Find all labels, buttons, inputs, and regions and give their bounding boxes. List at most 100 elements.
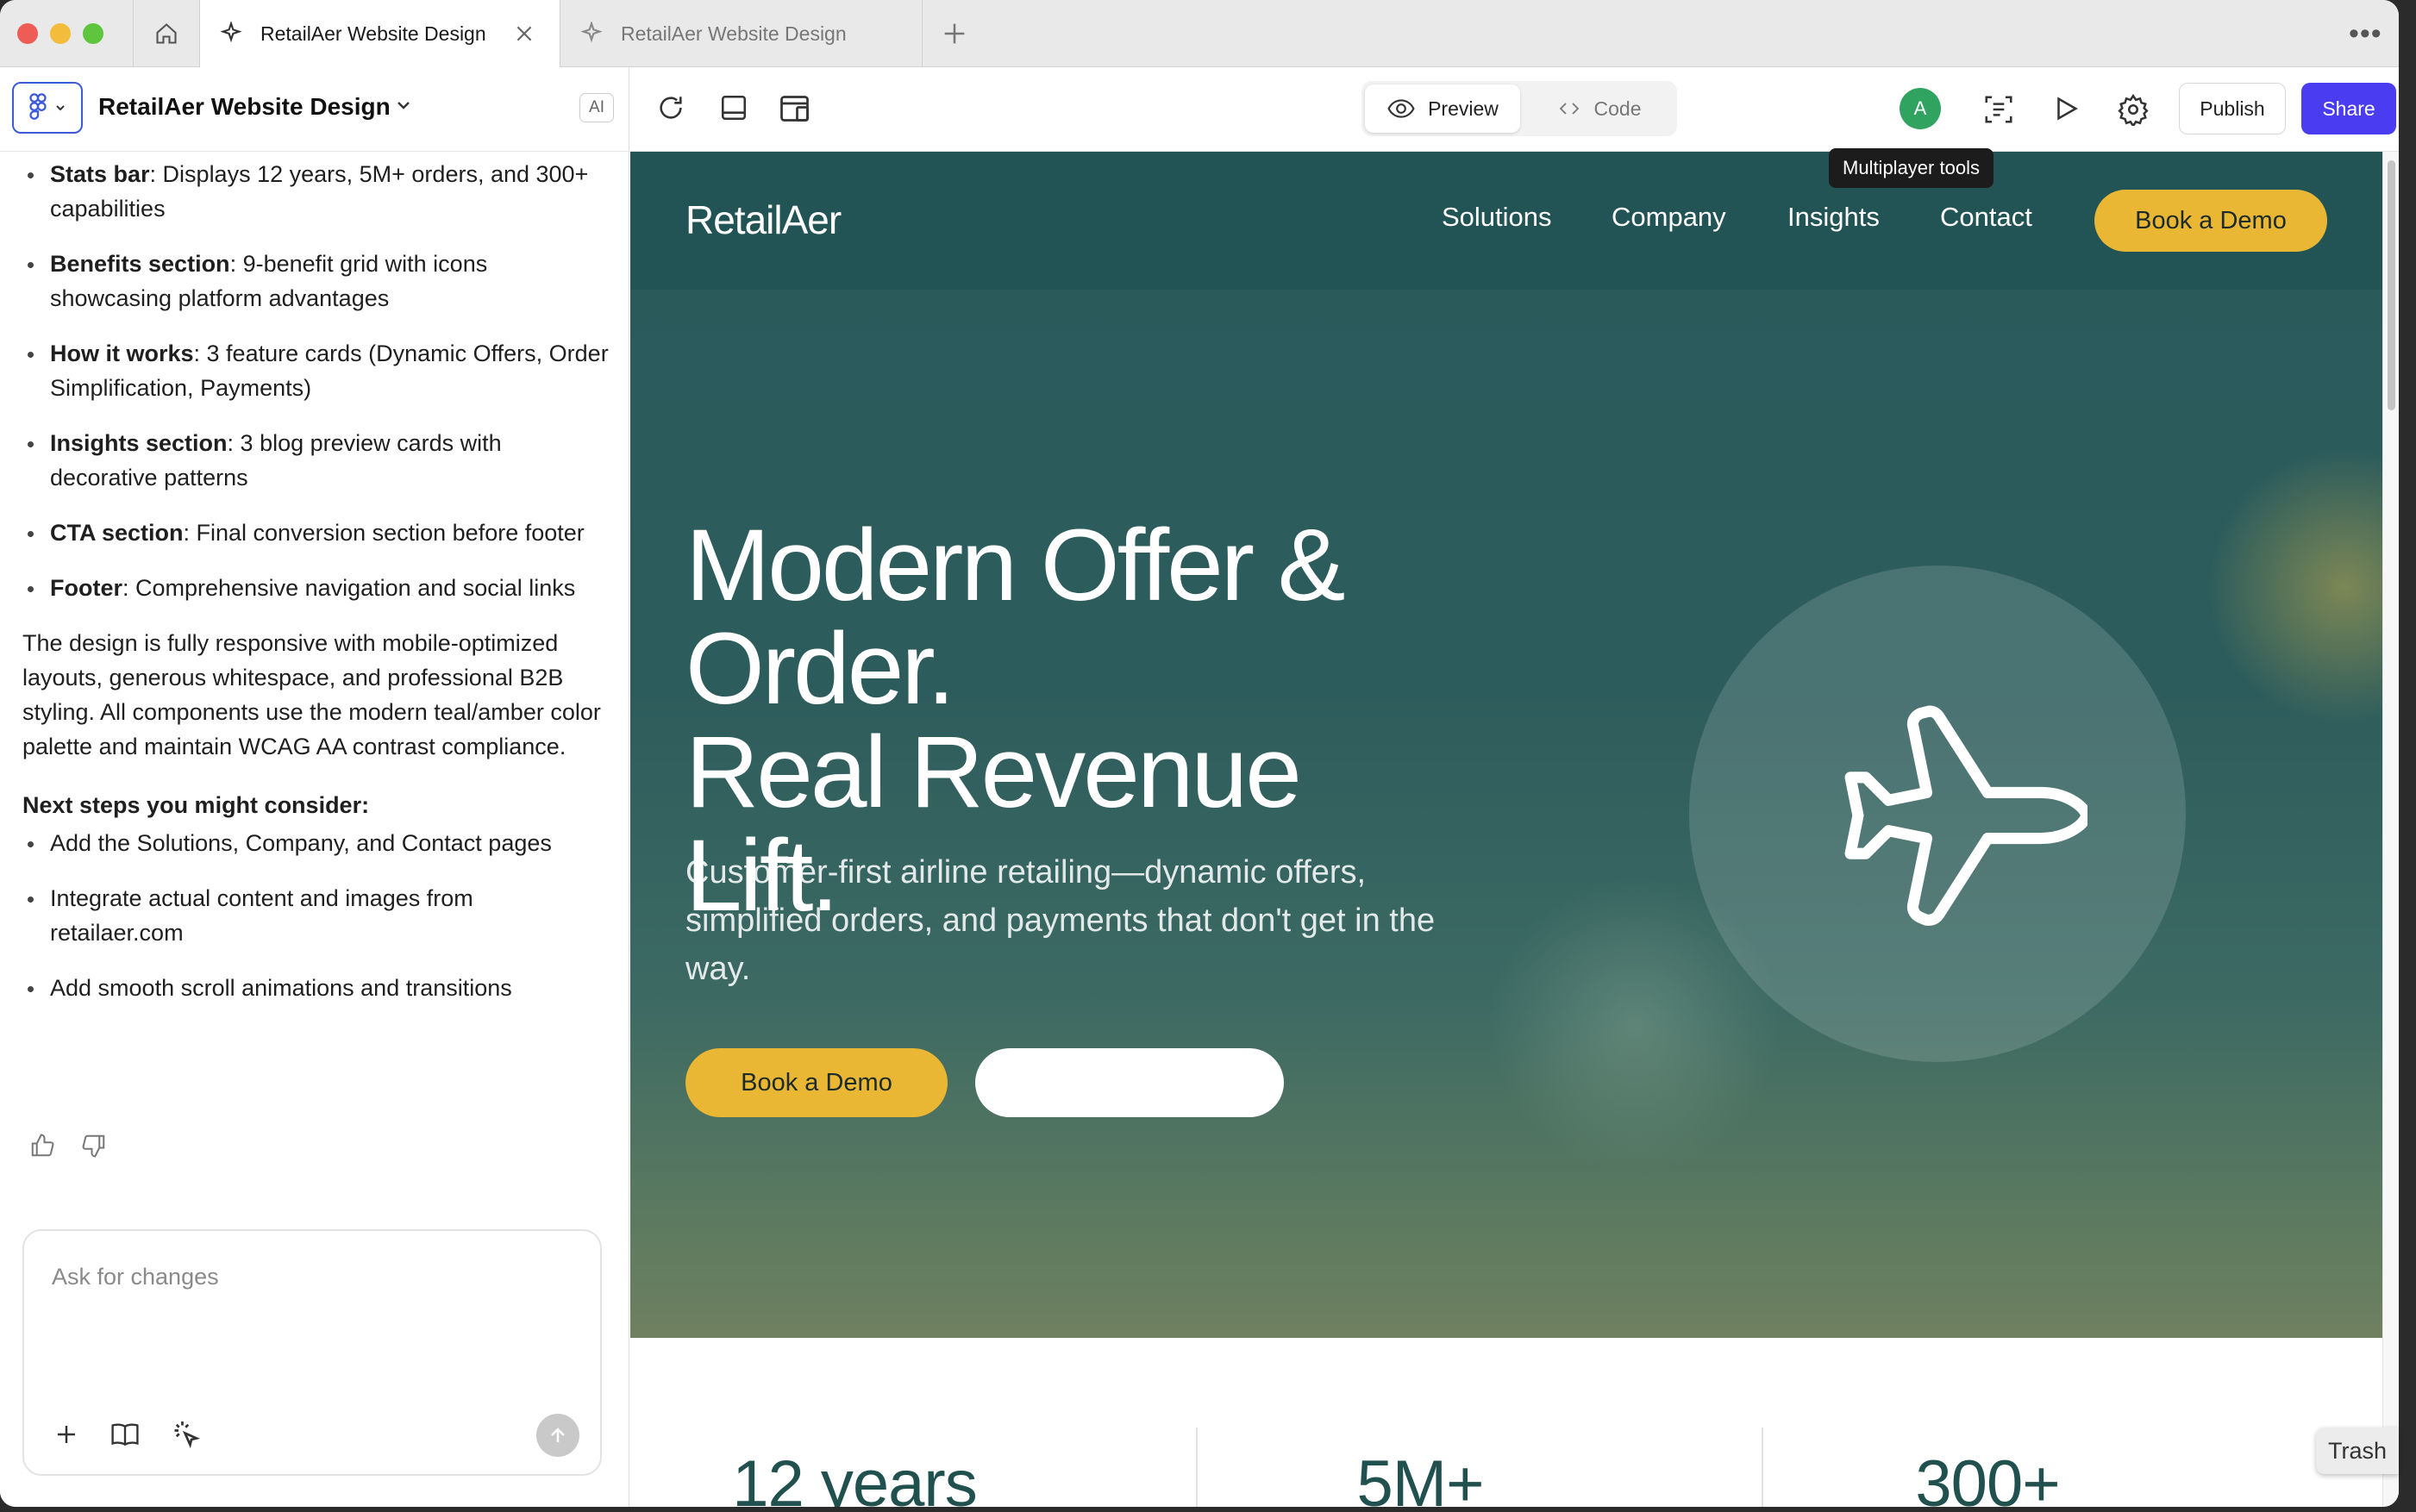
list-item-title: Footer <box>50 575 122 601</box>
hero-section: RetailAer Solutions Company Insights Con… <box>630 152 2382 1338</box>
list-item-title: How it works <box>50 341 194 366</box>
plus-icon <box>944 23 965 44</box>
site-nav: RetailAer Solutions Company Insights Con… <box>630 152 2382 290</box>
refresh-icon[interactable] <box>656 93 685 122</box>
project-title[interactable]: RetailAer Website Design <box>98 93 391 121</box>
preview-label: Preview <box>1428 97 1499 120</box>
chat-panel-header: RetailAer Website Design AI <box>0 67 629 152</box>
feedback-buttons <box>29 1133 107 1159</box>
close-tab-icon[interactable] <box>513 22 535 50</box>
list-item: Add the Solutions, Company, and Contact … <box>22 826 609 860</box>
list-item: CTA section: Final conversion section be… <box>22 515 609 550</box>
preview-toolbar: Preview Code A Publish Share Multiplayer… <box>630 67 2399 188</box>
multiplayer-tooltip: Multiplayer tools <box>1829 148 1994 188</box>
tab-active[interactable]: RetailAer Website Design <box>200 0 560 67</box>
stat-divider <box>1762 1428 1763 1507</box>
zoom-window-button[interactable] <box>83 23 103 44</box>
stat-orders: 5M+ <box>1356 1447 1485 1507</box>
hero-subheadline: Customer-first airline retailing—dynamic… <box>685 854 1436 987</box>
scrollbar-thumb[interactable] <box>2388 160 2395 410</box>
figma-logo-icon <box>29 93 47 120</box>
tab-label: RetailAer Website Design <box>260 22 486 45</box>
list-item-title: Insights section <box>50 430 228 456</box>
figma-make-icon <box>219 21 245 47</box>
next-steps-heading: Next steps you might consider: <box>22 792 370 818</box>
composer-input[interactable]: Ask for changes <box>52 1264 219 1290</box>
site-preview: RetailAer Solutions Company Insights Con… <box>630 152 2382 1507</box>
list-item-title: Benefits section <box>50 251 230 277</box>
chat-message: Stats bar: Displays 12 years, 5M+ orders… <box>22 157 609 1026</box>
eye-icon <box>1387 99 1415 118</box>
code-icon <box>1559 103 1579 115</box>
list-item: Stats bar: Displays 12 years, 5M+ orders… <box>22 157 609 226</box>
home-icon <box>156 23 177 44</box>
nav-link-contact[interactable]: Contact <box>1940 202 2032 233</box>
thumbs-down-icon[interactable] <box>81 1133 107 1159</box>
composer-tools <box>53 1419 202 1450</box>
list-item: Integrate actual content and images from… <box>22 881 609 950</box>
list-item: Benefits section: 9-benefit grid with ic… <box>22 247 609 316</box>
list-item: Footer: Comprehensive navigation and soc… <box>22 571 609 605</box>
preview-tab[interactable]: Preview <box>1365 84 1520 133</box>
tab-label: RetailAer Website Design <box>621 22 847 45</box>
site-logo[interactable]: RetailAer <box>685 197 842 243</box>
code-tab[interactable]: Code <box>1525 84 1672 133</box>
chevron-down-icon <box>56 105 65 111</box>
book-icon[interactable] <box>110 1421 140 1447</box>
preview-scrollbar[interactable] <box>2382 152 2399 1507</box>
close-window-button[interactable] <box>17 23 38 44</box>
list-item-text: : Final conversion section before footer <box>183 520 585 546</box>
list-item-text: : Comprehensive navigation and social li… <box>122 575 576 601</box>
view-mode-toggle: Preview Code <box>1361 81 1677 136</box>
list-item-title: Stats bar <box>50 161 150 187</box>
settings-gear-icon[interactable] <box>2117 93 2150 126</box>
send-button[interactable] <box>536 1414 579 1457</box>
chat-panel: RetailAer Website Design AI Stats bar: D… <box>0 67 629 1507</box>
ai-badge[interactable]: AI <box>579 93 614 122</box>
responsive-view-icon[interactable] <box>779 93 813 124</box>
avatar[interactable]: A <box>1900 88 1941 129</box>
point-and-edit-icon[interactable] <box>171 1419 202 1450</box>
code-label: Code <box>1593 97 1642 120</box>
app-window: RetailAer Website Design RetailAer Websi… <box>0 0 2399 1507</box>
nav-book-demo-button[interactable]: Book a Demo <box>2094 190 2327 252</box>
list-item-title: CTA section <box>50 520 184 546</box>
tab-bar: RetailAer Website Design RetailAer Websi… <box>0 0 2399 67</box>
summary-text: The design is fully responsive with mobi… <box>22 630 601 759</box>
hero-secondary-button[interactable] <box>975 1048 1284 1117</box>
share-button[interactable]: Share <box>2301 83 2396 134</box>
stats-bar: 12 years 5M+ 300+ <box>630 1338 2382 1507</box>
feature-list: Stats bar: Displays 12 years, 5M+ orders… <box>22 157 609 605</box>
figma-make-icon <box>579 21 605 47</box>
arrow-up-icon <box>551 1428 565 1442</box>
thumbs-up-icon[interactable] <box>29 1133 55 1159</box>
stat-divider <box>1196 1428 1198 1507</box>
nav-link-solutions[interactable]: Solutions <box>1442 202 1552 233</box>
stat-years: 12 years <box>732 1447 978 1507</box>
minimize-window-button[interactable] <box>50 23 71 44</box>
next-steps-list: Add the Solutions, Company, and Contact … <box>22 826 609 1005</box>
list-item: Insights section: 3 blog preview cards w… <box>22 426 609 495</box>
home-button[interactable] <box>133 0 200 67</box>
trash-dock-label[interactable]: Trash <box>2316 1428 2399 1474</box>
hero-book-demo-button[interactable]: Book a Demo <box>685 1048 948 1117</box>
chevron-down-icon[interactable] <box>393 95 414 120</box>
new-tab-button[interactable] <box>940 19 969 53</box>
plus-icon[interactable] <box>53 1421 79 1447</box>
desktop-view-icon[interactable] <box>718 93 749 122</box>
more-horizontal-icon[interactable]: ••• <box>2349 17 2382 51</box>
stat-capabilities: 300+ <box>1915 1447 2060 1507</box>
list-item: Add smooth scroll animations and transit… <box>22 971 609 1005</box>
chat-composer[interactable]: Ask for changes <box>22 1229 602 1476</box>
nav-link-insights[interactable]: Insights <box>1787 202 1880 233</box>
airplane-icon <box>1844 705 2087 926</box>
headline-line: Order. <box>685 612 955 726</box>
nav-link-company[interactable]: Company <box>1612 202 1726 233</box>
main-menu-button[interactable] <box>12 82 83 134</box>
publish-button[interactable]: Publish <box>2179 83 2286 134</box>
tab-inactive[interactable]: RetailAer Website Design <box>560 0 923 67</box>
list-item: How it works: 3 feature cards (Dynamic O… <box>22 336 609 405</box>
headline-line: Modern Offer & <box>685 509 1346 622</box>
multiplayer-tools-icon[interactable] <box>1982 93 2015 126</box>
play-icon[interactable] <box>2051 93 2081 124</box>
